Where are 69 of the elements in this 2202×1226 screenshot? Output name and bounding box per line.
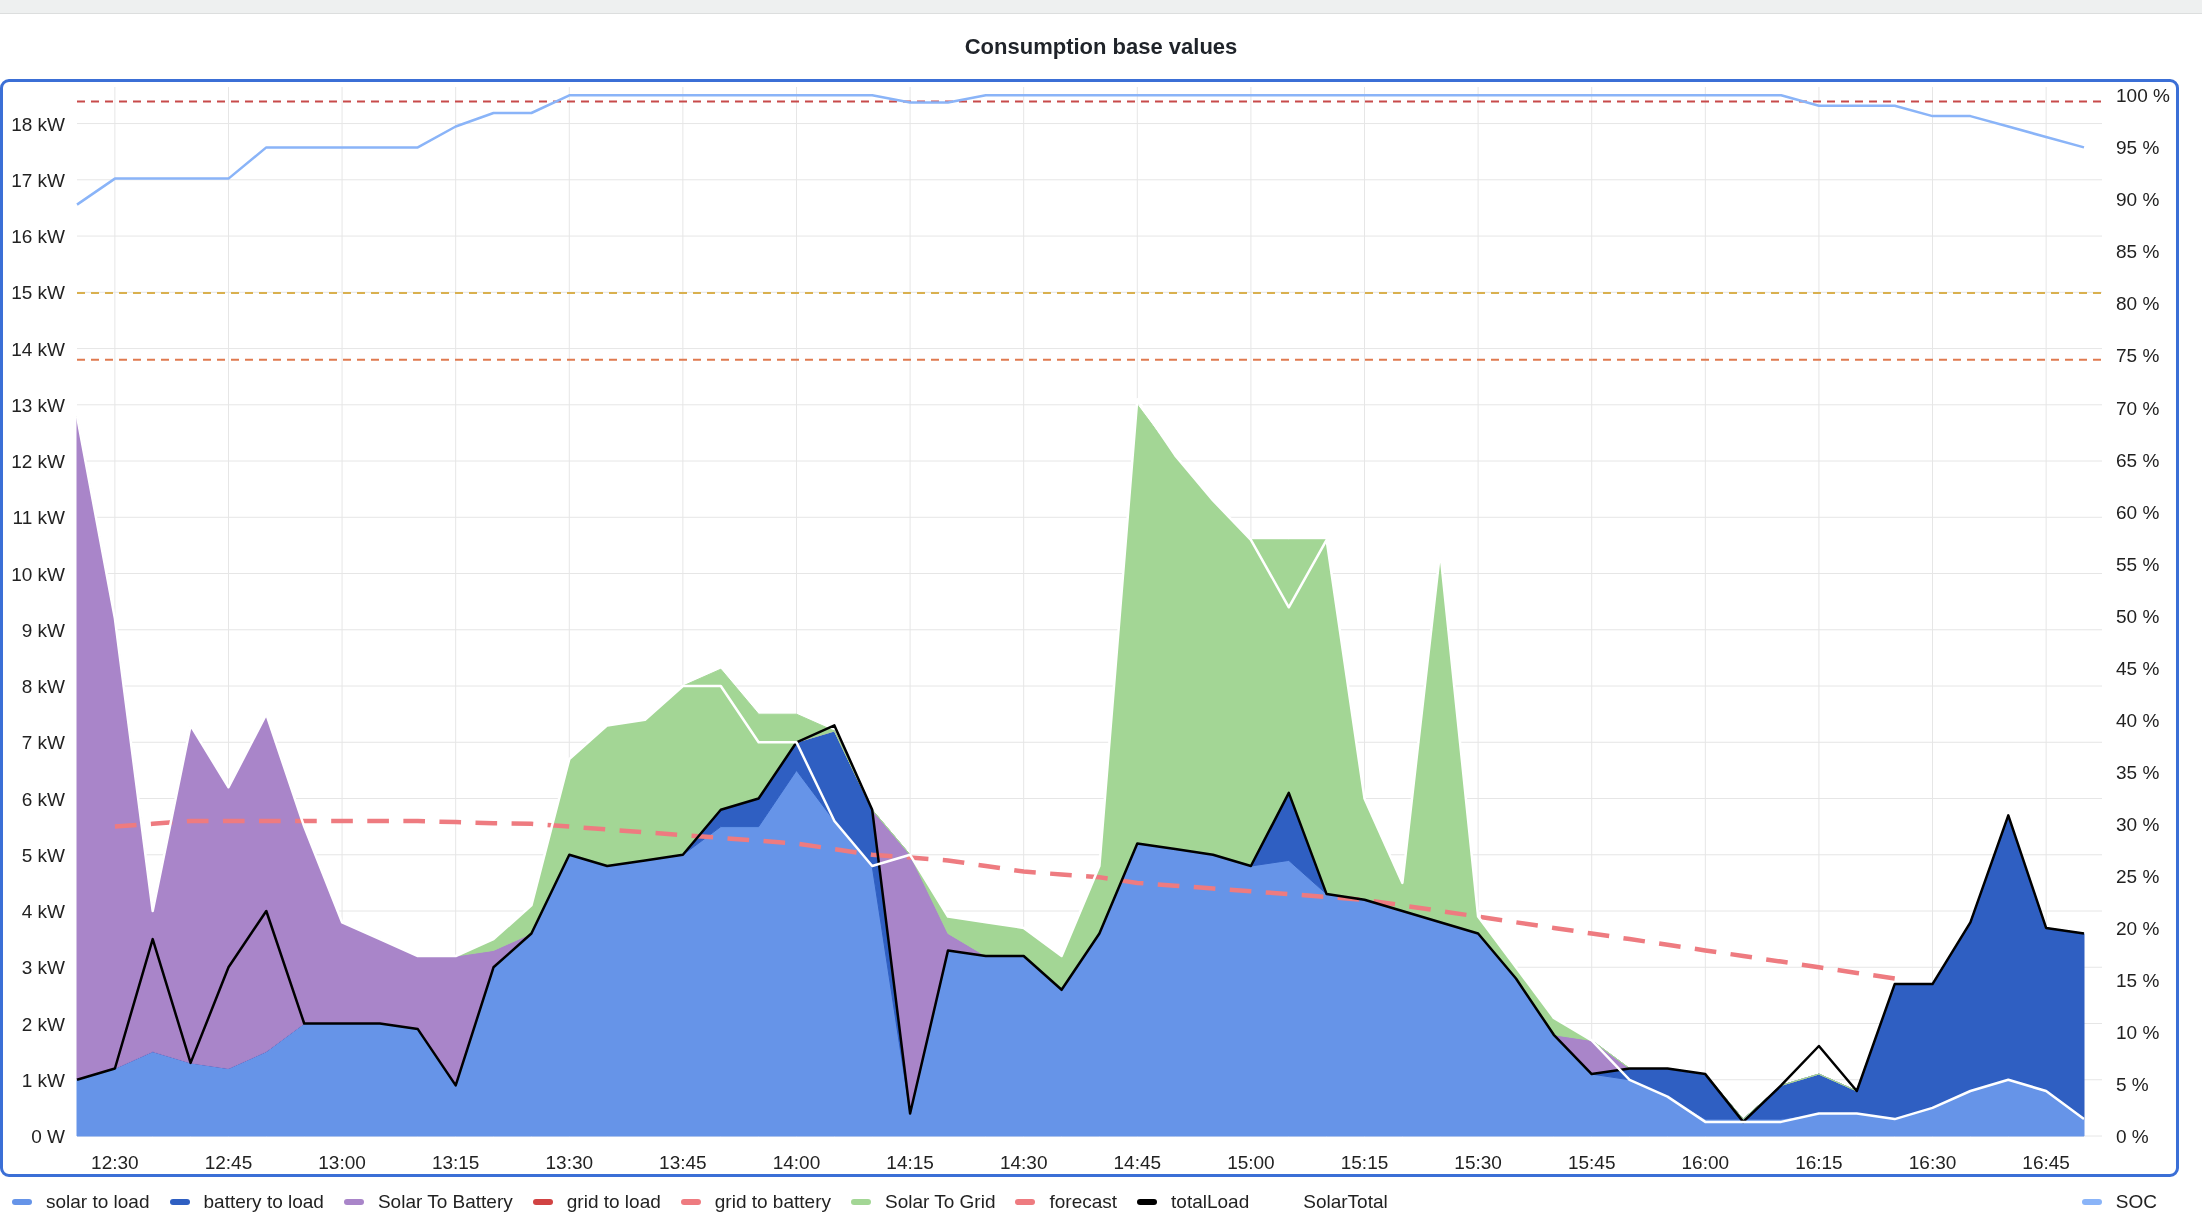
x-axis-label: 12:45: [204, 1152, 253, 1173]
x-axis-label: 15:15: [1340, 1152, 1389, 1173]
y-axis-label: 9 kW: [21, 619, 65, 641]
y-axis-label: 10 %: [2116, 1021, 2160, 1043]
y-axis-label: 80 %: [2116, 293, 2160, 315]
y-axis-label: 20 %: [2116, 917, 2160, 939]
y-axis-label: 100 %: [2116, 85, 2170, 107]
y-axis-label: 8 kW: [21, 676, 65, 698]
legend-item[interactable]: forecast: [1015, 1190, 1118, 1213]
y-axis-label: 16 kW: [11, 226, 65, 248]
x-axis-label: 16:15: [1795, 1152, 1843, 1173]
x-axis-label: 13:00: [318, 1152, 366, 1173]
x-axis-label: 15:00: [1227, 1152, 1275, 1173]
y-axis-label: 2 kW: [21, 1013, 65, 1035]
y-axis-label: 14 kW: [11, 338, 65, 360]
y-axis-label: 5 kW: [21, 844, 65, 866]
x-axis-label: 12:30: [91, 1152, 139, 1173]
legend-item[interactable]: grid to battery: [680, 1190, 831, 1213]
y-axis-label: 30 %: [2116, 813, 2160, 835]
legend-item[interactable]: grid to load: [532, 1190, 661, 1213]
x-axis-label: 15:30: [1454, 1152, 1502, 1173]
y-axis-label: 15 kW: [11, 282, 65, 304]
y-axis-label: 13 kW: [11, 394, 65, 416]
x-axis-label: 16:00: [1681, 1152, 1730, 1173]
legend-item[interactable]: Solar To Battery: [343, 1190, 513, 1213]
y-axis-label: 12 kW: [11, 451, 65, 473]
y-axis-label: 70 %: [2116, 397, 2160, 419]
y-axis-label: 7 kW: [21, 732, 65, 754]
y-axis-label: 0 W: [31, 1126, 65, 1147]
x-axis-label: 13:45: [659, 1152, 707, 1173]
y-axis-label: 0 %: [2116, 1126, 2149, 1147]
y-axis-label: 65 %: [2116, 449, 2160, 471]
y-axis-label: 6 kW: [21, 788, 65, 810]
y-axis-label: 55 %: [2116, 553, 2160, 575]
y-axis-label: 1 kW: [21, 1069, 65, 1091]
legend-item[interactable]: SOC: [2081, 1190, 2157, 1213]
legend-item[interactable]: totalLoad: [1137, 1190, 1250, 1213]
y-axis-label: 25 %: [2116, 865, 2160, 887]
x-axis-label: 14:45: [1113, 1152, 1162, 1173]
y-axis-label: 4 kW: [21, 901, 65, 922]
y-axis-label: 17 kW: [11, 169, 65, 191]
x-axis-label: 13:15: [431, 1152, 480, 1173]
x-axis-label: 13:30: [545, 1152, 594, 1173]
x-axis-label: 14:15: [886, 1152, 934, 1173]
x-axis-label: 16:30: [1908, 1152, 1957, 1173]
y-axis-label: 35 %: [2116, 761, 2160, 783]
y-axis-label: 60 %: [2116, 501, 2160, 523]
y-axis-label: 85 %: [2116, 241, 2160, 263]
y-axis-label: 11 kW: [12, 507, 65, 529]
y-axis-label: 45 %: [2116, 657, 2160, 679]
y-axis-label: 40 %: [2116, 709, 2160, 731]
y-axis-label: 15 %: [2116, 969, 2160, 991]
x-axis-label: 16:45: [2022, 1152, 2070, 1173]
y-axis-label: 95 %: [2116, 137, 2160, 159]
x-axis-label: 14:30: [999, 1152, 1048, 1173]
legend-item[interactable]: solar to load: [12, 1190, 150, 1213]
x-axis-label: 14:00: [772, 1152, 821, 1173]
y-axis-label: 75 %: [2116, 345, 2160, 367]
y-axis-label: 50 %: [2116, 605, 2160, 627]
y-axis-label: 18 kW: [11, 113, 65, 135]
y-axis-label: 3 kW: [21, 957, 65, 979]
legend-item[interactable]: battery to load: [169, 1190, 324, 1213]
legend-item[interactable]: Solar To Grid: [850, 1190, 996, 1213]
y-axis-label: 10 kW: [11, 563, 65, 585]
x-axis-label: 15:45: [1567, 1152, 1616, 1173]
y-axis-label: 90 %: [2116, 189, 2160, 211]
y-axis-label: 5 %: [2116, 1073, 2149, 1095]
legend-item[interactable]: SolarTotal: [1269, 1190, 1388, 1213]
panel-title: Consumption base values: [964, 33, 1238, 60]
